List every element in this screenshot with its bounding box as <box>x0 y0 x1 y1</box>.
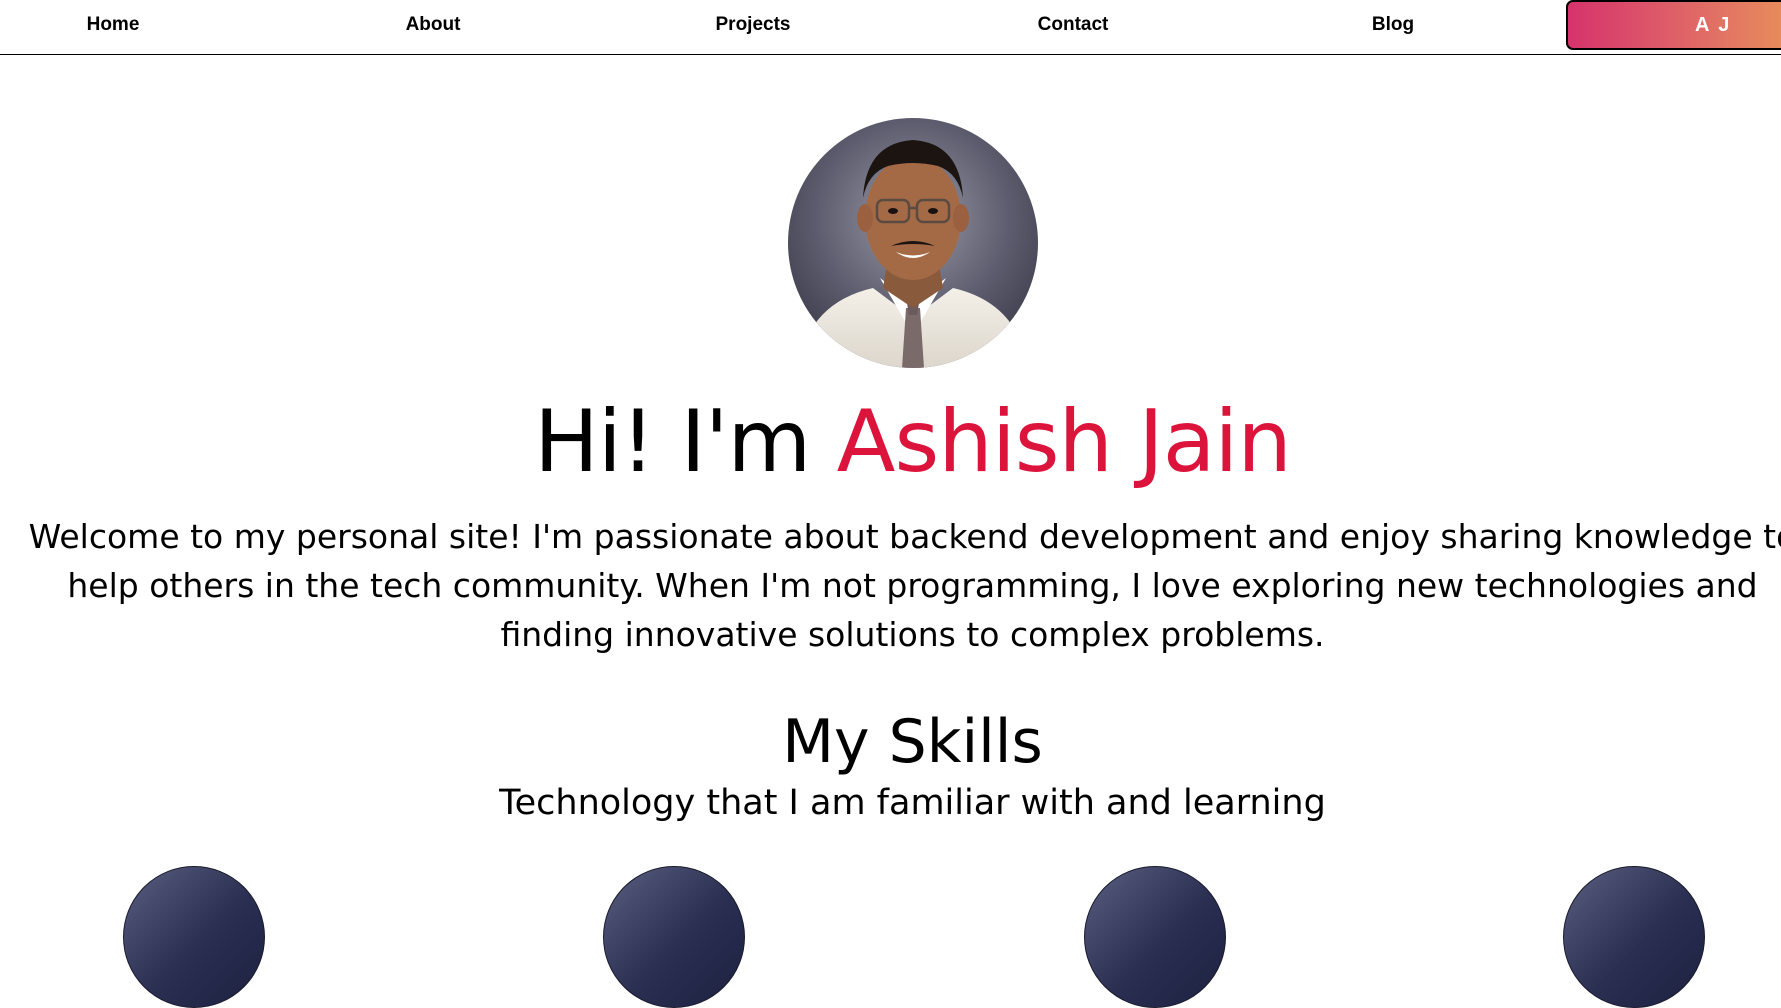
nav-about-link[interactable]: About <box>406 14 461 36</box>
skills-subtitle: Technology that I am familiar with and l… <box>499 783 1326 823</box>
brand-logo-button[interactable]: A J <box>1566 0 1781 50</box>
intro-paragraph: Welcome to my personal site! I'm passion… <box>22 512 1781 659</box>
nav-contact-link[interactable]: Contact <box>1038 14 1109 36</box>
skill-card[interactable] <box>1563 866 1705 1008</box>
skill-card[interactable] <box>1084 866 1226 1008</box>
hero-greeting: Hi! I'm Ashish Jain <box>0 392 1781 492</box>
nav-projects-link[interactable]: Projects <box>716 14 791 36</box>
skill-card[interactable] <box>603 866 745 1008</box>
nav-home-link[interactable]: Home <box>87 14 140 36</box>
intro-line: Welcome to my personal site! I'm passion… <box>28 517 1781 556</box>
top-navbar: Home About Projects Contact Blog A J <box>0 0 1781 55</box>
hero-name: Ashish Jain <box>836 392 1292 492</box>
skill-card[interactable] <box>123 866 265 1008</box>
skills-heading: My Skills <box>782 707 1043 777</box>
profile-photo <box>788 118 1038 368</box>
intro-line: finding innovative solutions to complex … <box>500 615 1325 654</box>
intro-line: help others in the tech community. When … <box>67 566 1758 605</box>
nav-blog-link[interactable]: Blog <box>1372 14 1414 36</box>
greeting-prefix: Hi! I'm <box>534 392 837 492</box>
brand-initials: A J <box>1695 14 1732 36</box>
